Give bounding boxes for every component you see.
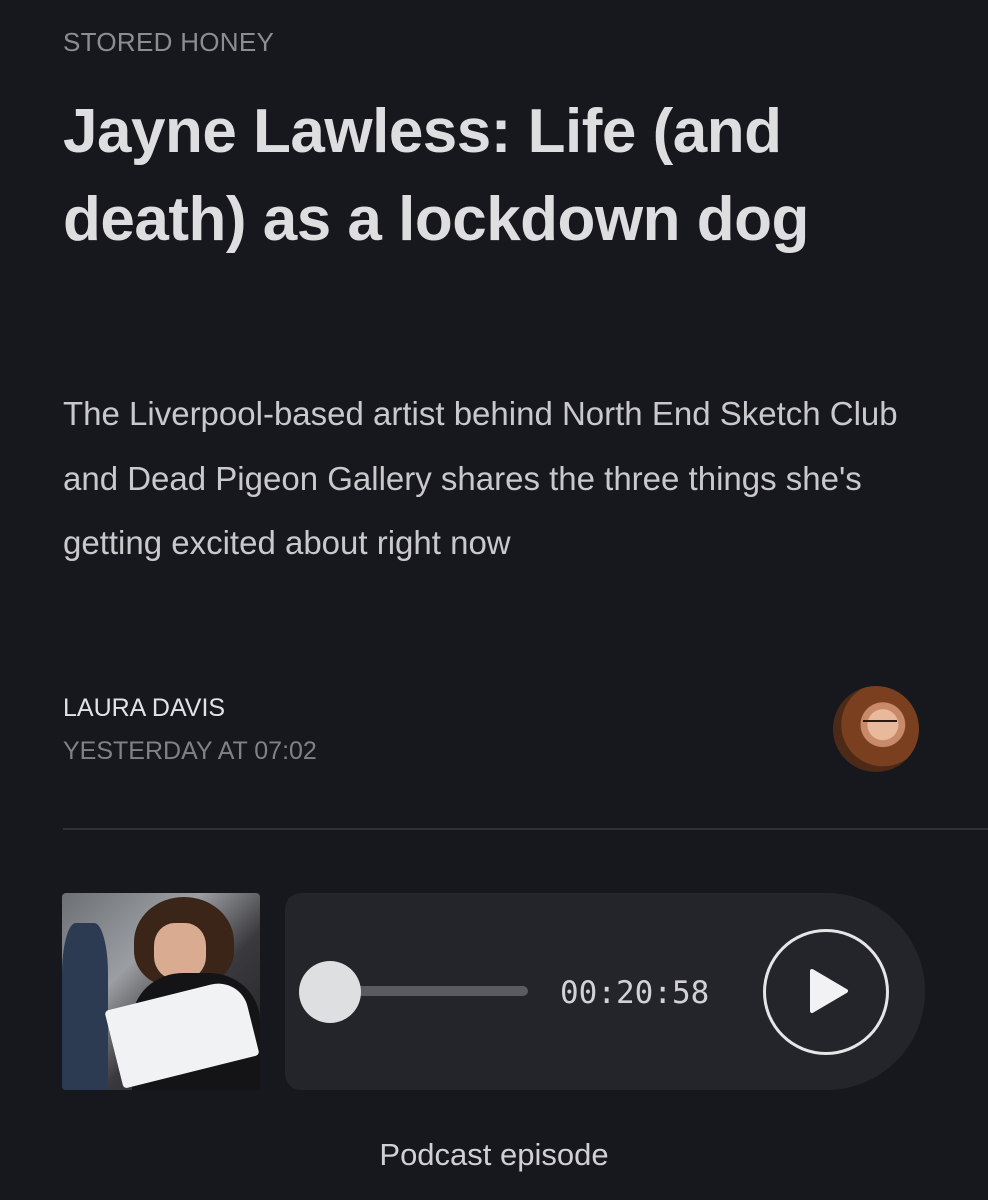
play-button[interactable] [763,929,889,1055]
thumbnail-figure-face [154,923,206,979]
avatar-detail [863,720,897,728]
article-standfirst: The Liverpool-based artist behind North … [63,395,898,561]
playback-time: 00:20:58 [560,975,710,1011]
section-kicker[interactable]: STORED HONEY [63,26,274,58]
article-headline: Jayne Lawless: Life (and death) as a loc… [63,97,809,254]
podcast-thumbnail [62,893,260,1090]
author-name[interactable]: LAURA DAVIS [63,692,225,724]
author-avatar[interactable] [833,686,919,772]
article-page: STORED HONEY Jayne Lawless: Life (and de… [0,0,988,1200]
section-divider [63,828,988,830]
progress-scrubber[interactable] [299,961,361,1023]
publish-timestamp: YESTERDAY AT 07:02 [63,737,317,765]
play-icon [810,969,848,1013]
podcast-caption: Podcast episode [379,1137,609,1172]
thumbnail-figure-background [62,923,108,1090]
